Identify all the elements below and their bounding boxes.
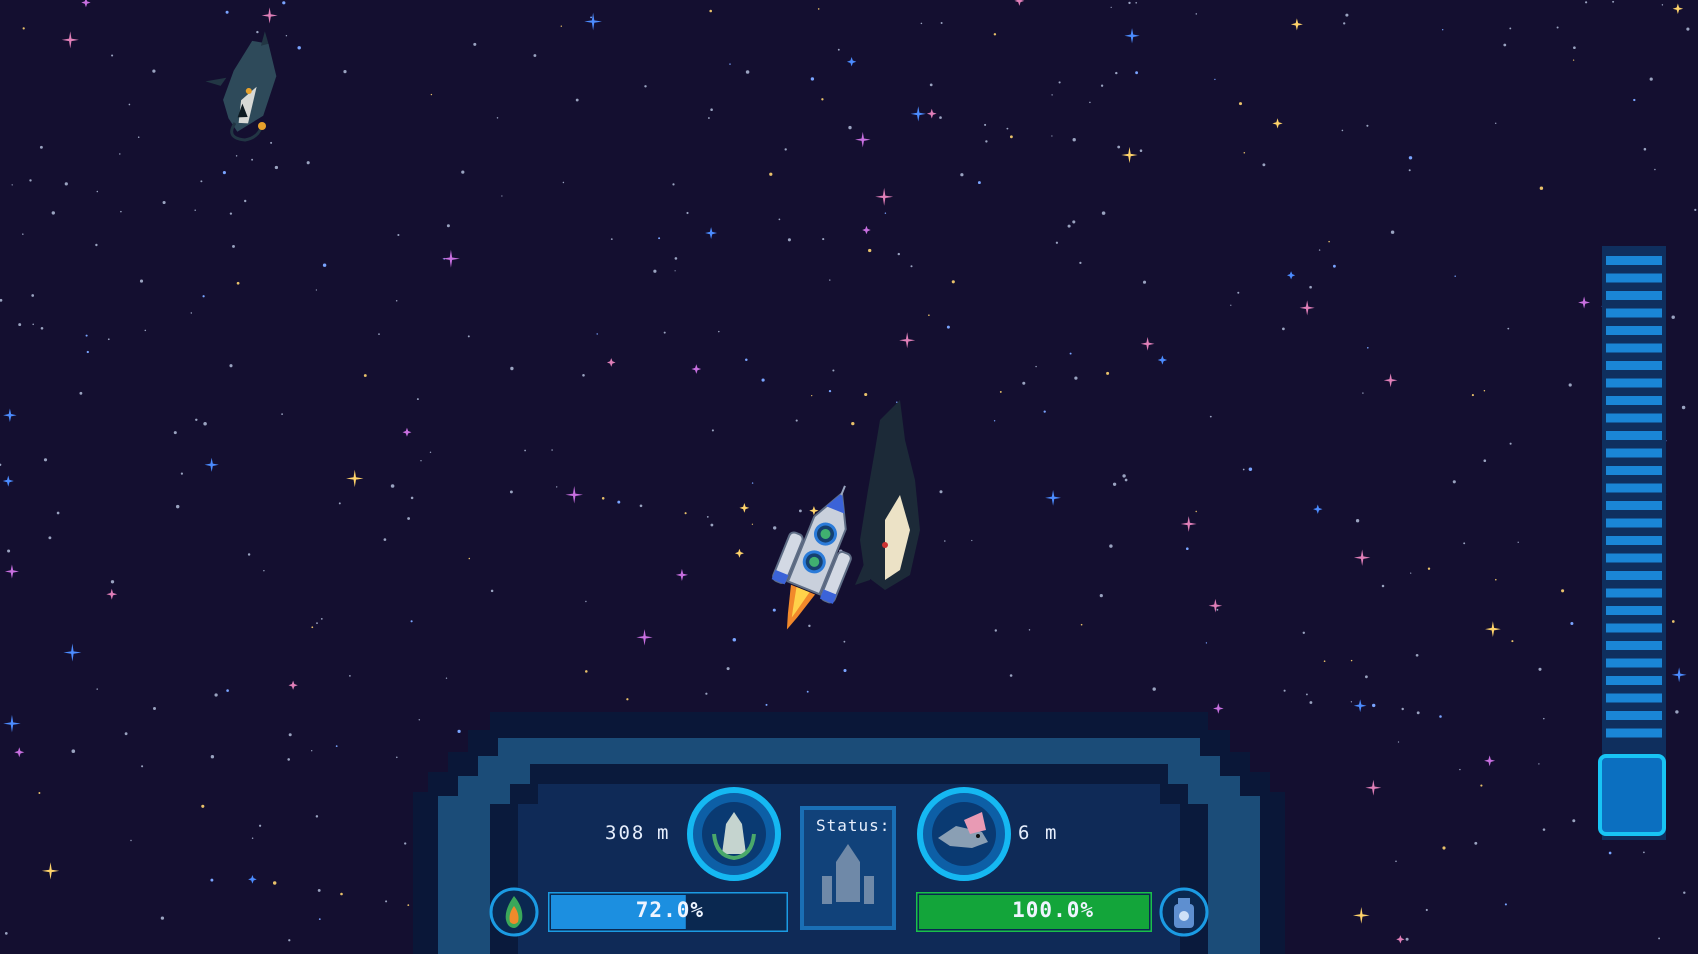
- status-label: Status:: [816, 816, 891, 835]
- gauge-segment: [1606, 571, 1662, 580]
- altitude-gauge: [1598, 246, 1666, 840]
- gauge-segment: [1606, 588, 1662, 598]
- gauge-segment: [1606, 658, 1662, 668]
- gauge-segment: [1606, 676, 1662, 685]
- gauge-segment: [1606, 483, 1662, 493]
- gauge-segment: [1606, 396, 1662, 405]
- gauge-segment: [1606, 536, 1662, 545]
- gauge-segment: [1606, 343, 1662, 353]
- gauge-segment: [1606, 378, 1662, 388]
- player-rocket: [771, 485, 852, 630]
- gauge-segment: [1606, 466, 1662, 475]
- gauge-segment: [1606, 641, 1662, 650]
- gauge-segment: [1606, 448, 1662, 458]
- gauge-segment: [1606, 693, 1662, 703]
- gauge-segment: [1606, 431, 1662, 440]
- gauge-segment: [1606, 273, 1662, 283]
- gauge-segment: [1606, 361, 1662, 370]
- gauge-segment: [1606, 518, 1662, 528]
- anglerfish-enemy: [205, 31, 277, 142]
- gauge-segment: [1606, 413, 1662, 423]
- gauge-segment: [1606, 501, 1662, 510]
- gauge-segment: [1606, 728, 1662, 738]
- gauge-segment: [1606, 623, 1662, 633]
- gauge-segment: [1606, 553, 1662, 563]
- canister-icon: [1159, 887, 1209, 937]
- gauge-segment: [1606, 291, 1662, 300]
- gauge-segment: [1606, 308, 1662, 318]
- oxygen-percent: 100.0%: [1012, 898, 1094, 922]
- anglerfish-icon[interactable]: [916, 786, 1012, 882]
- gauge-segment: [1606, 711, 1662, 720]
- fuel-percent: 72.0%: [635, 898, 704, 922]
- distance-to-enemy-unit: m: [1045, 822, 1059, 844]
- distance-to-base-unit: m: [657, 822, 671, 844]
- gauge-segment: [1606, 256, 1662, 265]
- distance-to-enemy-value: 6: [1018, 822, 1032, 844]
- fire-icon: [489, 887, 539, 937]
- plant-base-icon[interactable]: [686, 786, 782, 882]
- distance-to-base-value: 308: [605, 822, 646, 844]
- gauge-segment: [1606, 326, 1662, 335]
- gauge-segment: [1606, 606, 1662, 615]
